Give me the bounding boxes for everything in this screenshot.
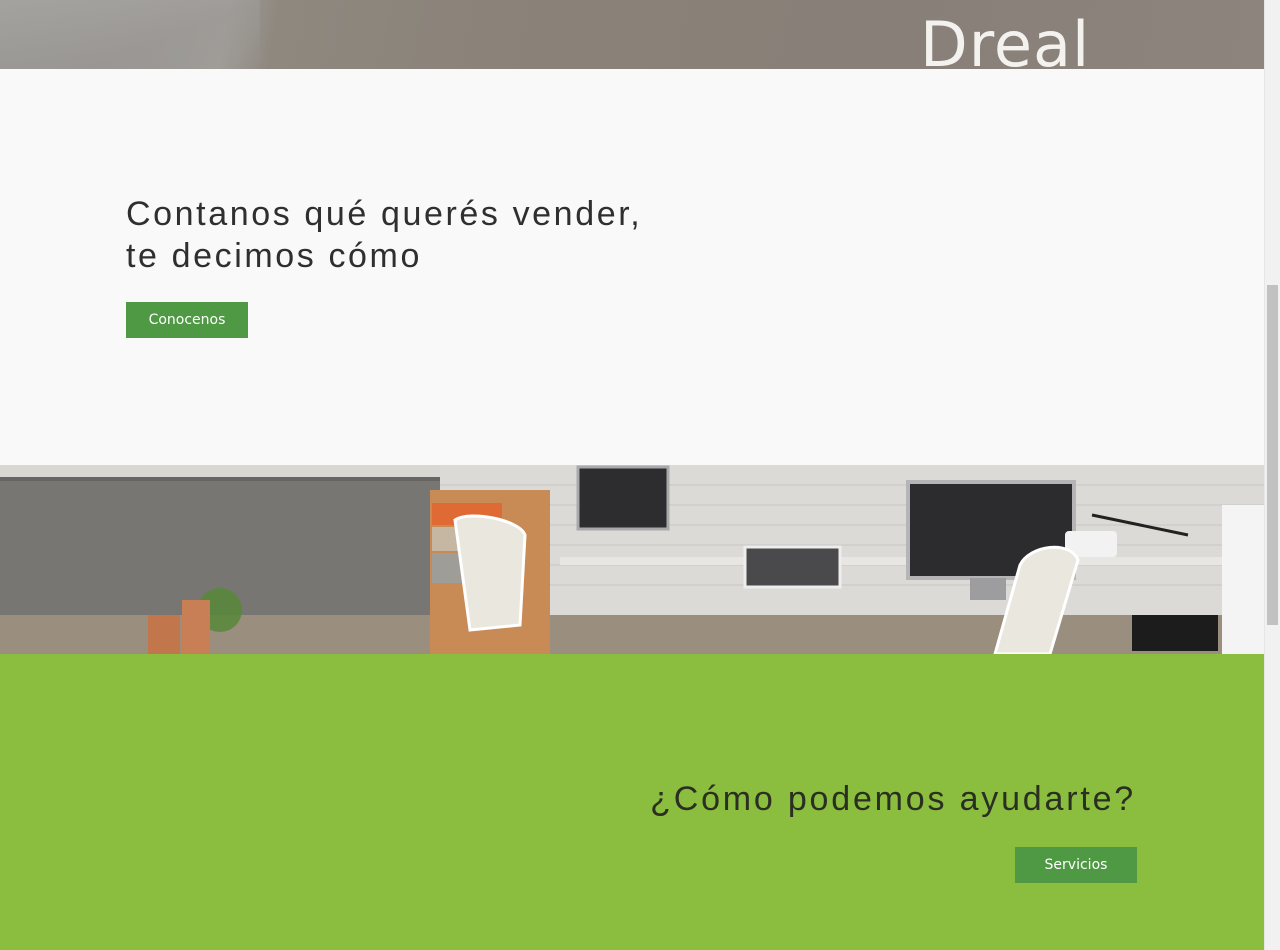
printer xyxy=(743,545,842,589)
help-section: ¿Cómo podemos ayudarte? Servicios xyxy=(0,654,1264,950)
lantern-right xyxy=(182,600,210,654)
monitor-stand xyxy=(970,578,1006,600)
intro-heading-line-1: Contanos qué querés vender, xyxy=(126,195,643,233)
office-photo-illustration xyxy=(0,465,1264,654)
intro-section: Contanos qué querés vender, te decimos c… xyxy=(0,69,1264,465)
window-light xyxy=(1222,505,1264,654)
brand-logo-text: Dreal xyxy=(920,8,1091,70)
hero-shadow xyxy=(0,0,260,69)
conocenos-button[interactable]: Conocenos xyxy=(126,302,248,338)
shelf-shadow xyxy=(0,477,470,481)
help-heading: ¿Cómo podemos ayudarte? xyxy=(650,780,1136,818)
servicios-button[interactable]: Servicios xyxy=(1015,847,1137,883)
scrollbar-thumb[interactable] xyxy=(1267,285,1278,625)
desk-phone xyxy=(1132,615,1218,651)
office-photo xyxy=(0,465,1264,654)
lantern-left xyxy=(148,615,180,654)
monitor-left xyxy=(576,465,670,531)
page: Dreal Contanos qué querés vender, te dec… xyxy=(0,0,1264,950)
shelf xyxy=(0,465,470,477)
hero-banner-image: Dreal xyxy=(0,0,1264,69)
intro-heading: Contanos qué querés vender, te decimos c… xyxy=(126,193,642,277)
vertical-scrollbar[interactable] xyxy=(1264,0,1280,950)
intro-heading-line-2: te decimos cómo xyxy=(126,237,422,275)
